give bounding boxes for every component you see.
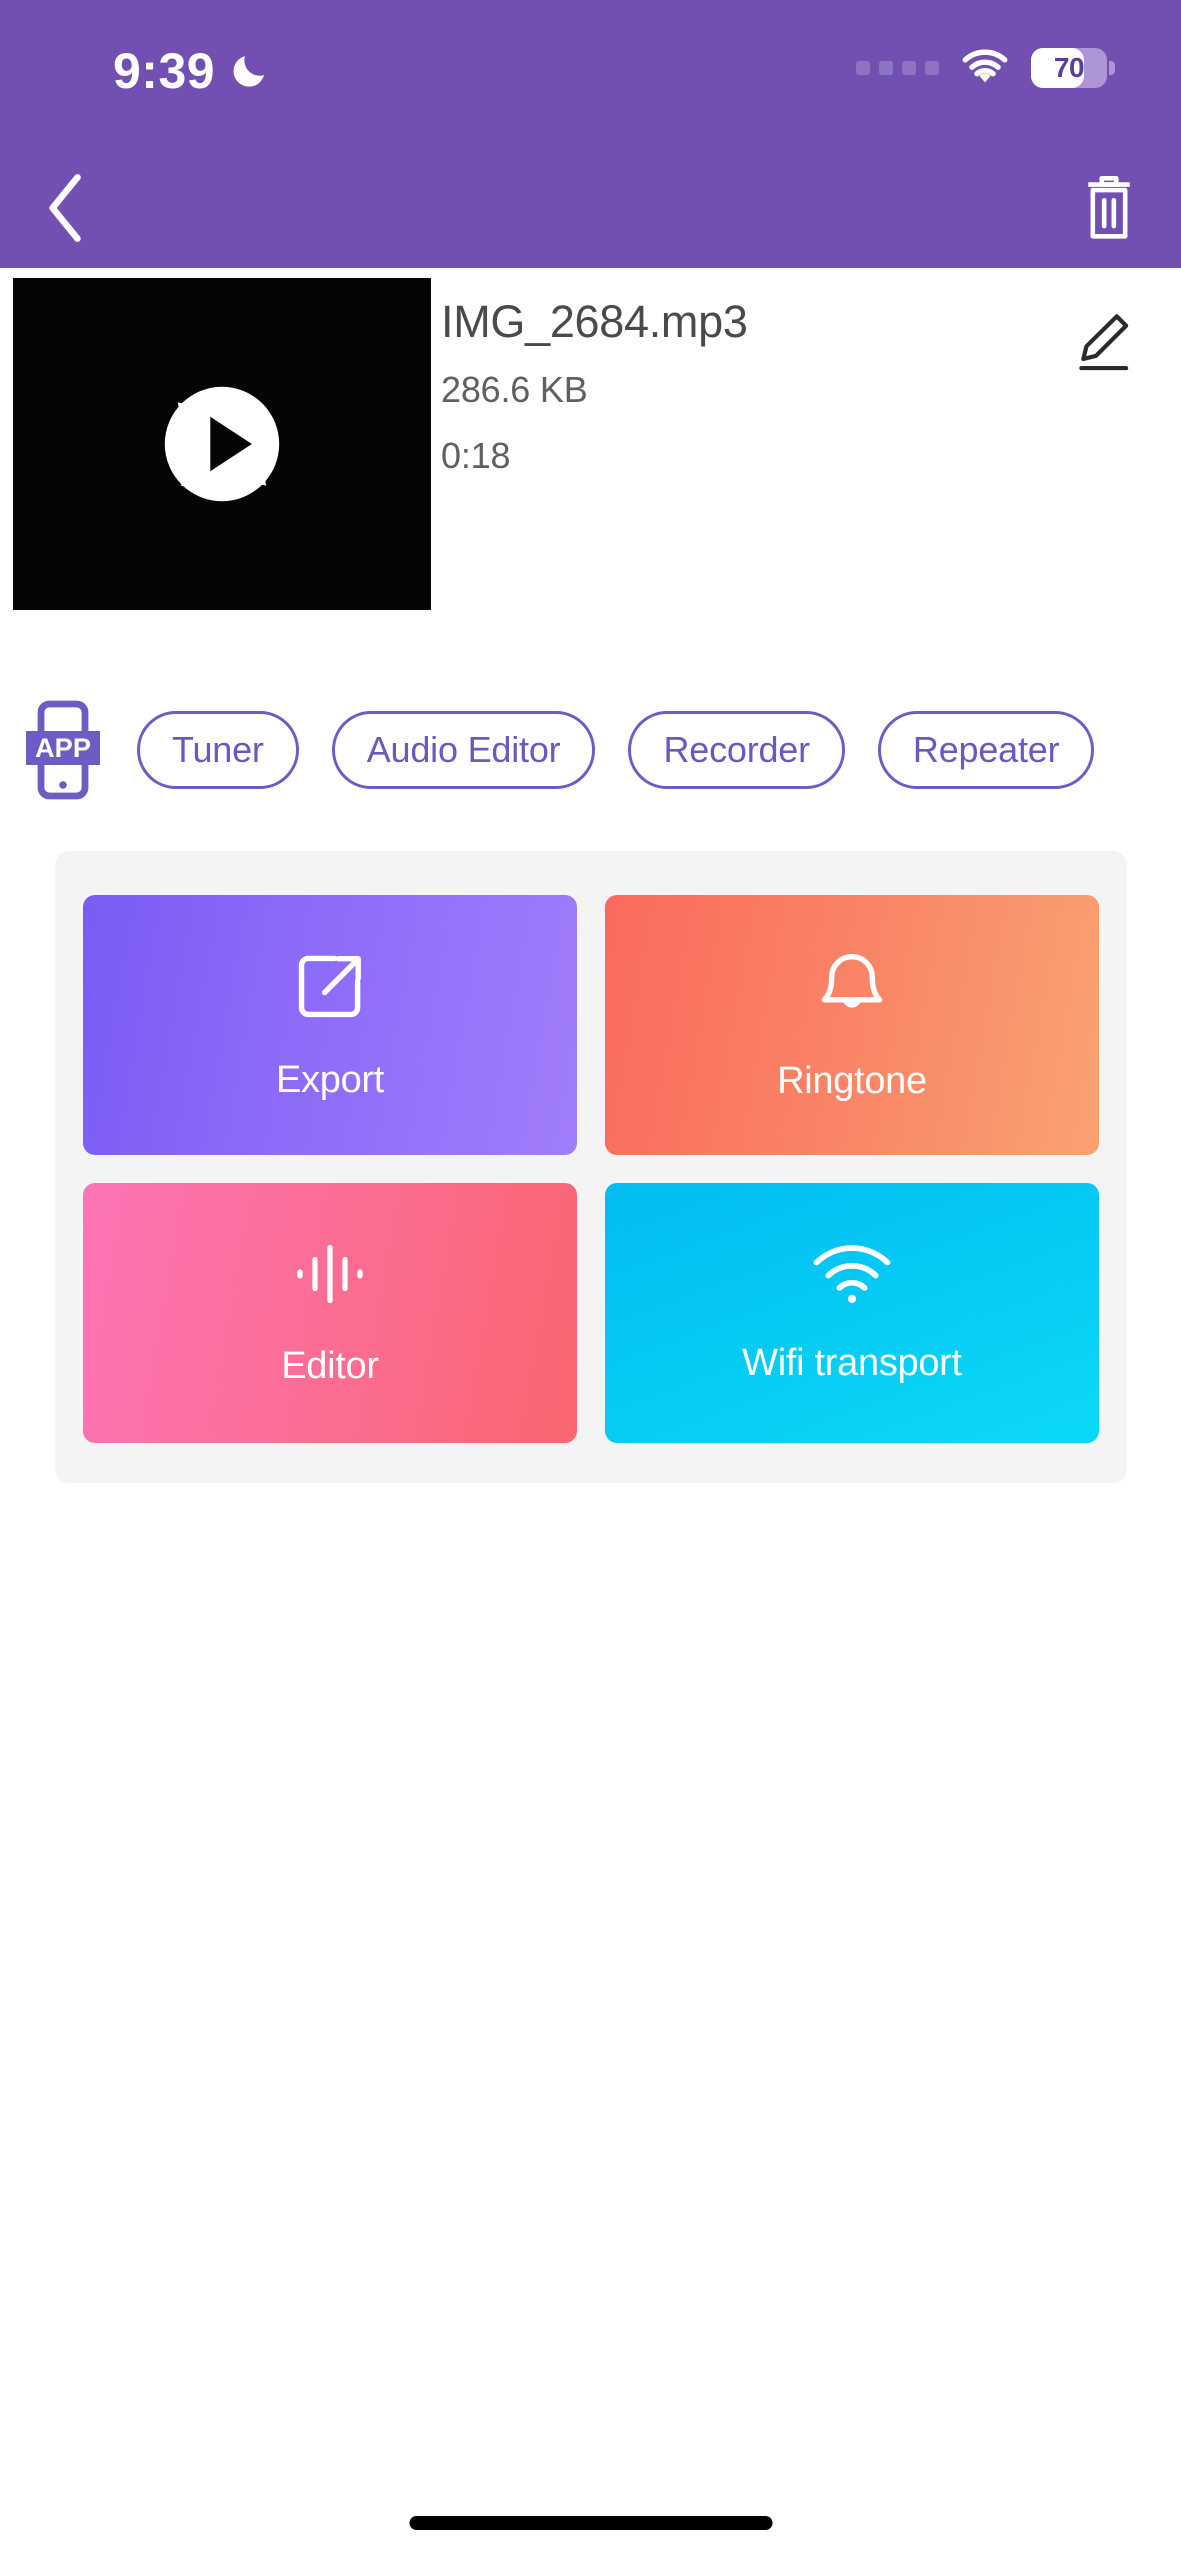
file-size: 286.6 KB [441,369,588,410]
rename-button[interactable] [1063,304,1143,384]
navigation-bar [0,152,1181,268]
purple-header: 9:39 70 [0,0,1181,268]
action-tile-editor[interactable]: Editor [83,1183,577,1443]
status-bar-left: 9:39 [113,42,269,100]
signal-dots-icon [856,61,939,75]
waveform-icon [292,1239,368,1314]
external-link-icon [293,949,367,1028]
tool-chips-row: APP Tuner Audio Editor Recorder Repeater [0,688,1181,812]
status-bar: 9:39 70 [0,0,1181,152]
bell-icon [815,948,889,1029]
action-tile-label: Export [275,1058,385,1101]
wifi-icon [811,1242,893,1311]
trash-icon [1080,175,1138,246]
svg-text:APP: APP [35,732,91,763]
chip-label: Repeater [912,729,1060,770]
action-tile-label: Editor [281,1344,379,1387]
moon-icon [229,51,269,91]
file-duration: 0:18 [441,435,511,476]
chip-repeater[interactable]: Repeater [877,711,1095,789]
status-bar-right: 70 [856,48,1115,88]
status-clock: 9:39 [113,43,216,99]
app-screen: 9:39 70 IMG_2684.mp3 286.6 KB 0:18 APP T… [0,0,1181,2560]
delete-button[interactable] [1067,168,1151,252]
chip-label: Audio Editor [366,729,561,770]
pencil-icon [1071,310,1135,379]
battery-level: 70 [1053,52,1085,83]
chip-label: Recorder [663,729,810,770]
back-button[interactable] [22,166,110,254]
chip-recorder[interactable]: Recorder [628,711,845,789]
chip-audio-editor[interactable]: Audio Editor [331,711,596,789]
action-tile-label: Ringtone [777,1059,927,1102]
chip-tuner[interactable]: Tuner [137,711,299,789]
wifi-icon [961,49,1009,87]
battery-icon: 70 [1031,48,1115,88]
home-indicator[interactable] [409,2516,772,2530]
action-tile-export[interactable]: Export [83,895,577,1155]
file-name: IMG_2684.mp3 [441,296,748,347]
action-tile-wifi-transport[interactable]: Wifi transport [605,1183,1099,1443]
action-tile-ringtone[interactable]: Ringtone [605,895,1099,1155]
chip-label: Tuner [172,729,264,770]
app-phone-icon[interactable]: APP [22,700,104,800]
action-tile-label: Wifi transport [742,1341,962,1384]
play-circle-icon [157,379,287,509]
file-info-section: IMG_2684.mp3 286.6 KB 0:18 [0,268,1181,628]
chevron-left-icon [43,171,89,250]
audio-thumbnail[interactable] [13,278,431,610]
file-details: IMG_2684.mp3 286.6 KB 0:18 [441,292,961,486]
actions-grid: Export Ringtone Editor Wifi transport [83,895,1099,1443]
actions-card: Export Ringtone Editor Wifi transport [55,851,1127,1483]
